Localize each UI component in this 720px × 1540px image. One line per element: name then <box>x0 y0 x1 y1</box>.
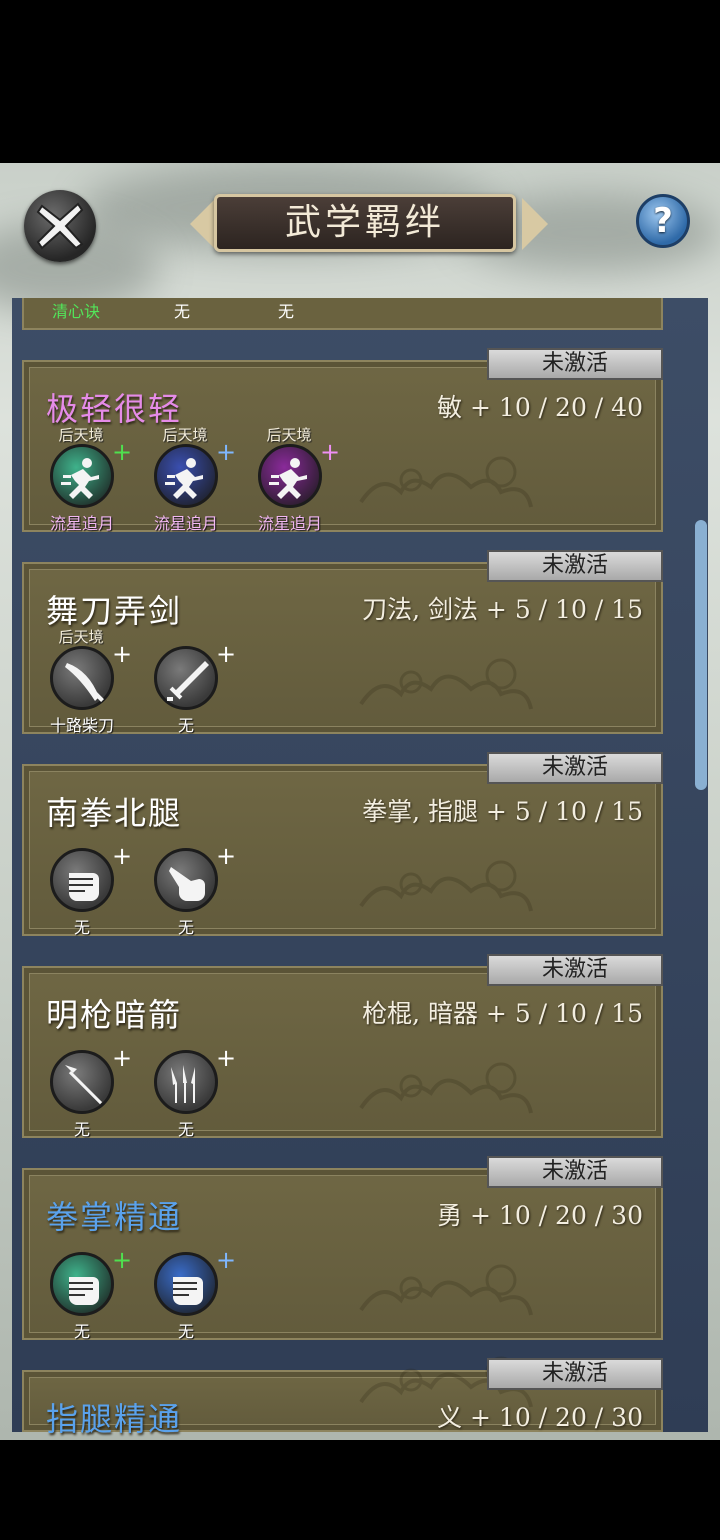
slot-item-name: 十路柴刀 <box>49 716 114 735</box>
skill-slot[interactable]: + 无 <box>150 828 254 938</box>
pointing-hand-icon <box>169 867 205 901</box>
partial-card-top: 清心诀 无 无 <box>22 298 663 330</box>
skill-slot[interactable]: + 无 <box>150 626 254 736</box>
cloud-decoration <box>359 658 533 710</box>
plus-icon[interactable]: + <box>216 844 236 868</box>
skill-slot[interactable]: + 无 <box>150 1030 254 1140</box>
skill-disc[interactable] <box>154 646 218 710</box>
status-badge: 未激活 <box>487 348 663 380</box>
plus-icon[interactable]: + <box>216 1248 236 1272</box>
skill-disc[interactable] <box>50 646 114 710</box>
plus-icon[interactable]: + <box>112 844 132 868</box>
status-badge: 未激活 <box>487 550 663 582</box>
bond-card[interactable]: 未激活 明枪暗箭 枪棍, 暗器 + 5 / 10 / 15 + 无 + 无 <box>22 954 663 1140</box>
slot-item-name: 流星追月 <box>153 514 218 533</box>
slot-item-name: 无 <box>177 1120 194 1139</box>
running-icon <box>165 458 203 499</box>
slot-item-name: 无 <box>73 918 90 937</box>
plus-icon[interactable]: + <box>216 440 236 464</box>
bond-name: 指腿精通 <box>46 1400 183 1438</box>
status-badge: 未激活 <box>487 752 663 784</box>
skill-disc[interactable] <box>50 444 114 508</box>
bond-card[interactable]: 未激活 舞刀弄剑 刀法, 剑法 + 5 / 10 / 15 后天境 + 十路柴刀… <box>22 550 663 736</box>
bond-card[interactable]: 未激活 南拳北腿 拳掌, 指腿 + 5 / 10 / 15 + 无 + 无 <box>22 752 663 938</box>
slot-realm: 后天境 <box>58 426 104 444</box>
skill-slot[interactable]: 后天境 + 流星追月 <box>46 424 150 534</box>
partial-item-1: 无 <box>174 302 191 321</box>
skill-slot[interactable]: + 无 <box>46 828 150 938</box>
darts-icon <box>171 1065 195 1103</box>
bottom-black-bar <box>0 1440 720 1540</box>
bond-card[interactable]: 未激活 极轻很轻 敏 + 10 / 20 / 40 后天境 + 流星追月 后天境… <box>22 348 663 534</box>
slot-item-name: 无 <box>177 1322 194 1341</box>
plus-icon[interactable]: + <box>320 440 340 464</box>
spear-icon <box>65 1065 103 1105</box>
fist-icon <box>173 1277 203 1305</box>
plus-icon[interactable]: + <box>112 642 132 666</box>
slot-item-name: 无 <box>177 716 194 735</box>
slot-realm: 后天境 <box>266 426 312 444</box>
scrollbar[interactable] <box>695 520 707 790</box>
fist-icon <box>69 873 99 901</box>
running-icon <box>61 458 99 499</box>
title-left-ornament <box>190 198 216 250</box>
skill-disc[interactable] <box>154 444 218 508</box>
slot-item-name: 无 <box>73 1120 90 1139</box>
skill-slot[interactable]: + 无 <box>46 1232 150 1342</box>
plus-icon[interactable]: + <box>216 642 236 666</box>
cloud-decoration <box>359 860 533 912</box>
close-icon <box>36 202 84 250</box>
skill-disc[interactable] <box>154 1252 218 1316</box>
bond-bonus: 拳掌, 指腿 + 5 / 10 / 15 <box>362 797 643 826</box>
title-plate: 武学羁绊 <box>214 194 516 252</box>
plus-icon[interactable]: + <box>112 1248 132 1272</box>
skill-disc[interactable] <box>258 444 322 508</box>
skill-slot[interactable]: + 无 <box>150 1232 254 1342</box>
bond-bonus: 敏 + 10 / 20 / 40 <box>437 393 643 422</box>
sword-icon <box>167 661 209 701</box>
title-right-ornament <box>522 198 548 250</box>
cloud-decoration <box>359 1062 533 1114</box>
status-badge: 未激活 <box>487 1358 663 1390</box>
help-button[interactable]: ? <box>636 194 690 248</box>
skill-slot[interactable]: 后天境 + 流星追月 <box>150 424 254 534</box>
slot-realm: 后天境 <box>58 628 104 646</box>
slot-realm: 后天境 <box>162 426 208 444</box>
partial-item-2: 无 <box>278 302 295 321</box>
cloud-decoration <box>359 456 533 508</box>
plus-icon[interactable]: + <box>216 1046 236 1070</box>
status-badge: 未激活 <box>487 1156 663 1188</box>
skill-disc[interactable] <box>50 1050 114 1114</box>
bond-bonus: 刀法, 剑法 + 5 / 10 / 15 <box>362 595 643 624</box>
running-icon <box>269 458 307 499</box>
status-badge: 未激活 <box>487 954 663 986</box>
skill-slot[interactable]: + 无 <box>46 1030 150 1140</box>
slot-item-name: 流星追月 <box>49 514 114 533</box>
question-icon: ? <box>653 201 673 241</box>
cloud-decoration <box>359 1264 533 1316</box>
saber-icon <box>65 663 104 702</box>
slot-item-name: 无 <box>73 1322 90 1341</box>
partial-card-name: 清心诀 <box>52 302 101 321</box>
bond-card[interactable]: 未激活 拳掌精通 勇 + 10 / 20 / 30 + 无 + 无 <box>22 1156 663 1342</box>
slot-item-name: 无 <box>177 918 194 937</box>
skill-disc[interactable] <box>50 1252 114 1316</box>
plus-icon[interactable]: + <box>112 1046 132 1070</box>
skill-slot[interactable]: 后天境 + 流星追月 <box>254 424 358 534</box>
fist-icon <box>69 1277 99 1305</box>
skill-slot[interactable]: 后天境 + 十路柴刀 <box>46 626 150 736</box>
slot-item-name: 流星追月 <box>257 514 322 533</box>
skill-disc[interactable] <box>154 1050 218 1114</box>
plus-icon[interactable]: + <box>112 440 132 464</box>
close-button[interactable] <box>24 190 96 262</box>
page-title: 武学羁绊 <box>284 202 445 243</box>
top-black-bar <box>0 0 720 163</box>
skill-disc[interactable] <box>154 848 218 912</box>
skill-disc[interactable] <box>50 848 114 912</box>
bond-bonus: 勇 + 10 / 20 / 30 <box>437 1201 643 1230</box>
bond-bonus: 义 + 10 / 20 / 30 <box>437 1403 643 1432</box>
bond-card[interactable]: 未激活 指腿精通 义 + 10 / 20 / 30 <box>22 1356 663 1438</box>
bond-bonus: 枪棍, 暗器 + 5 / 10 / 15 <box>362 999 643 1028</box>
